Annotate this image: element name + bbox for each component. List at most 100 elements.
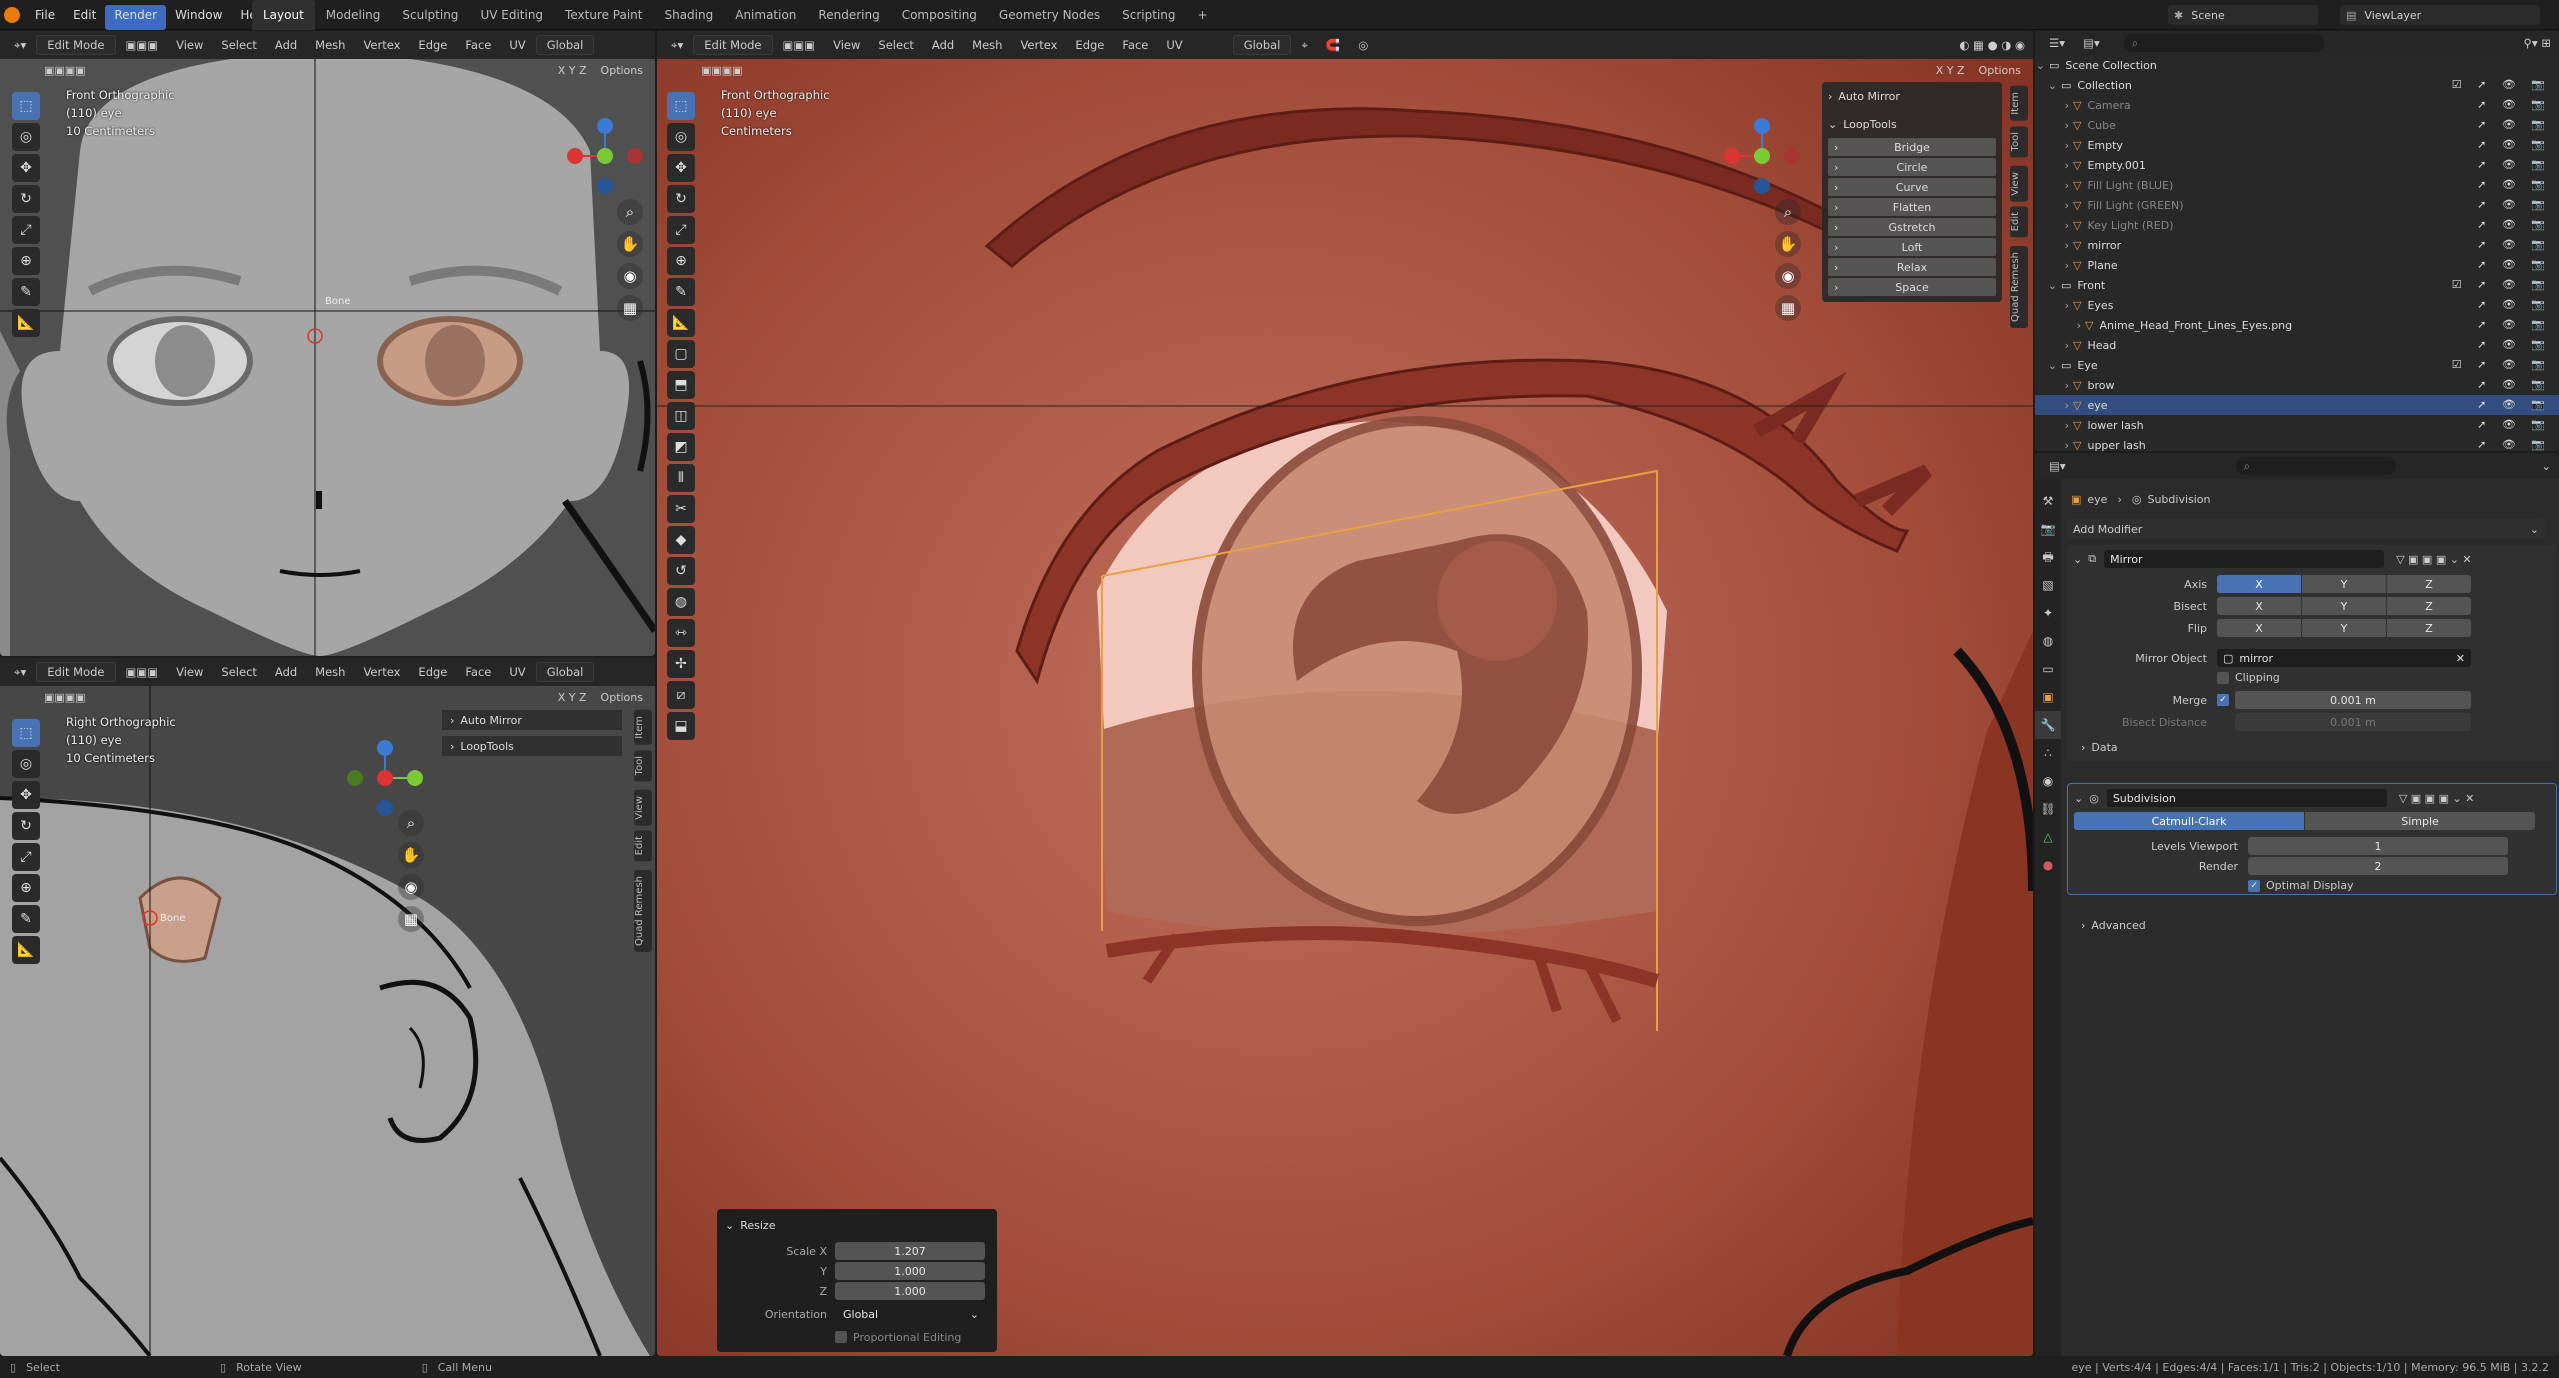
pan-hand-icon[interactable]: ✋	[1775, 231, 1801, 257]
auto-mirror-panel[interactable]: › Auto Mirror	[1828, 86, 1996, 106]
mode-dropdown[interactable]: Edit Mode	[36, 662, 116, 682]
menu-view[interactable]: View	[168, 663, 211, 681]
tab-item[interactable]: Item	[634, 710, 652, 745]
menu-uv[interactable]: UV	[1158, 36, 1190, 54]
object-tab-icon[interactable]: ▣	[2035, 683, 2061, 711]
tab-geometry-nodes[interactable]: Geometry Nodes	[988, 0, 1111, 30]
spin-tool-icon[interactable]: ↺	[667, 557, 695, 585]
menu-face[interactable]: Face	[457, 663, 499, 681]
constraints-tab-icon[interactable]: ⛓	[2035, 795, 2061, 823]
render-levels-field[interactable]: 2	[2248, 857, 2508, 875]
menu-face[interactable]: Face	[1114, 36, 1156, 54]
zoom-icon[interactable]: ⌕	[398, 810, 424, 836]
visibility-icons[interactable]: ➚ 👁 📷	[2477, 398, 2551, 411]
tab-edit[interactable]: Edit	[2010, 206, 2028, 238]
rotate-tool-icon[interactable]: ↻	[12, 812, 40, 840]
measure-tool-icon[interactable]: 📐	[667, 309, 695, 337]
visibility-icons[interactable]: ➚ 👁 📷	[2477, 418, 2551, 431]
clipping-checkbox[interactable]	[2217, 671, 2229, 684]
tab-view[interactable]: View	[634, 790, 652, 826]
tab-tool[interactable]: Tool	[634, 750, 652, 782]
measure-tool-icon[interactable]: 📐	[12, 936, 40, 964]
orientation-select[interactable]: Global ⌄	[835, 1305, 985, 1323]
edge-slide-tool-icon[interactable]: ⇿	[667, 619, 695, 647]
menu-view[interactable]: View	[168, 36, 211, 54]
menu-mesh[interactable]: Mesh	[307, 663, 353, 681]
menu-select[interactable]: Select	[870, 36, 921, 54]
expand-chevron-icon[interactable]: ⌄	[2035, 279, 2061, 292]
gstretch-button[interactable]: › Gstretch	[1828, 218, 1996, 236]
visibility-icons[interactable]: ➚ 👁 📷	[2477, 378, 2551, 391]
modifier-toggle-icons[interactable]: ▽ ▣ ▣ ▣ ⌄ ✕	[2399, 792, 2475, 805]
axis-x-toggle[interactable]: X	[2217, 575, 2301, 593]
annotate-tool-icon[interactable]: ✎	[667, 278, 695, 306]
display-mode-icon[interactable]: ▤▾	[2075, 34, 2108, 52]
circle-button[interactable]: › Circle	[1828, 158, 1996, 176]
expand-chevron-icon[interactable]: ›	[2035, 159, 2073, 172]
scene-tab-icon[interactable]: ✦	[2035, 599, 2061, 627]
view-layer-tab-icon[interactable]: ▧	[2035, 571, 2061, 599]
world-tab-icon[interactable]: ◍	[2035, 627, 2061, 655]
modifier-toggle-icons[interactable]: ▽ ▣ ▣ ▣ ⌄ ✕	[2396, 553, 2472, 566]
rotate-tool-icon[interactable]: ↻	[667, 185, 695, 213]
selection-mode-icons[interactable]: ▣▣▣▣	[44, 64, 86, 77]
outliner-row[interactable]: › ▽ Empty.001 ➚ 👁 📷	[2035, 155, 2559, 175]
poly-build-tool-icon[interactable]: ◆	[667, 526, 695, 554]
tab-item[interactable]: Item	[2010, 86, 2028, 121]
shading-mode-icons[interactable]: ◐ ▦ ● ◑ ◉	[1959, 38, 2025, 52]
expand-chevron-icon[interactable]: ›	[2035, 299, 2073, 312]
editor-type-icon[interactable]: ⌖▾	[6, 663, 34, 682]
flip-z-toggle[interactable]: Z	[2387, 619, 2471, 637]
outliner-row[interactable]: › ▽ Head ➚ 👁 📷	[2035, 335, 2559, 355]
menu-edge[interactable]: Edge	[410, 36, 455, 54]
loop-cut-tool-icon[interactable]: ⫴	[667, 464, 695, 492]
expand-chevron-icon[interactable]: ›	[2035, 139, 2073, 152]
annotate-tool-icon[interactable]: ✎	[12, 278, 40, 306]
data-subpanel[interactable]: › Data	[2081, 741, 2118, 754]
visibility-icons[interactable]: ➚ 👁 📷	[2477, 298, 2551, 311]
tab-compositing[interactable]: Compositing	[891, 0, 988, 30]
orientation-dropdown[interactable]: Global	[1232, 35, 1292, 55]
flatten-button[interactable]: › Flatten	[1828, 198, 1996, 216]
catmull-clark-toggle[interactable]: Catmull-Clark	[2074, 812, 2304, 830]
menu-select[interactable]: Select	[213, 663, 264, 681]
viewport-right-small[interactable]: ⌖▾ Edit Mode ▣▣▣ View Select Add Mesh Ve…	[0, 658, 655, 1356]
collection-tab-icon[interactable]: ▭	[2035, 655, 2061, 683]
outliner-row[interactable]: › ▽ Fill Light (BLUE) ➚ 👁 📷	[2035, 175, 2559, 195]
tab-scripting[interactable]: Scripting	[1111, 0, 1186, 30]
smooth-tool-icon[interactable]: ◍	[667, 588, 695, 616]
outliner-row[interactable]: › ▽ Plane ➚ 👁 📷	[2035, 255, 2559, 275]
move-tool-icon[interactable]: ✥	[667, 154, 695, 182]
tab-quad-remesh[interactable]: Quad Remesh	[634, 870, 652, 952]
auto-mirror-panel[interactable]: › Auto Mirror	[442, 710, 622, 730]
relax-button[interactable]: › Relax	[1828, 258, 1996, 276]
outliner-row[interactable]: › ▽ brow ➚ 👁 📷	[2035, 375, 2559, 395]
outliner-row[interactable]: › ▽ eye ➚ 👁 📷	[2035, 395, 2559, 415]
viewport-front-small[interactable]: ⌖▾ Edit Mode ▣▣▣ View Select Add Mesh Ve…	[0, 31, 655, 656]
expand-chevron-icon[interactable]: ›	[2035, 199, 2073, 212]
outliner-row[interactable]: ⌄ ▭ Scene Collection	[2035, 55, 2559, 75]
expand-chevron-icon[interactable]: ›	[2035, 119, 2073, 132]
selection-mode-icons[interactable]: ▣▣▣▣	[701, 64, 743, 77]
scene-selector[interactable]: ✱ Scene	[2168, 5, 2318, 25]
options-dropdown[interactable]: Options	[1971, 62, 2029, 79]
visibility-icons[interactable]: ☑ ➚ 👁 📷	[2452, 78, 2551, 91]
outliner-row[interactable]: ⌄ ▭ Front ☑ ➚ 👁 📷	[2035, 275, 2559, 295]
outliner-search-input[interactable]: ⌕	[2123, 34, 2324, 52]
menu-edge[interactable]: Edge	[1067, 36, 1112, 54]
resize-panel-header[interactable]: ⌄ Resize	[725, 1215, 989, 1235]
outliner-row[interactable]: › ▽ Camera ➚ 👁 📷	[2035, 95, 2559, 115]
zoom-icon[interactable]: ⌕	[1775, 199, 1801, 225]
visibility-icons[interactable]: ➚ 👁 📷	[2477, 218, 2551, 231]
editor-type-icon[interactable]: ⌖▾	[6, 36, 34, 55]
expand-chevron-icon[interactable]: ›	[2035, 339, 2073, 352]
expand-chevron-icon[interactable]: ›	[2035, 399, 2073, 412]
menu-add[interactable]: Add	[267, 36, 305, 54]
cursor-tool-icon[interactable]: ◎	[12, 123, 40, 151]
mirror-axis-toggles[interactable]: X Y Z	[558, 64, 587, 77]
cursor-tool-icon[interactable]: ◎	[667, 123, 695, 151]
mode-dropdown[interactable]: Edit Mode	[36, 35, 116, 55]
pan-hand-icon[interactable]: ✋	[617, 231, 643, 257]
options-dropdown[interactable]: Options	[593, 689, 651, 706]
ortho-grid-icon[interactable]: ▦	[617, 295, 643, 321]
